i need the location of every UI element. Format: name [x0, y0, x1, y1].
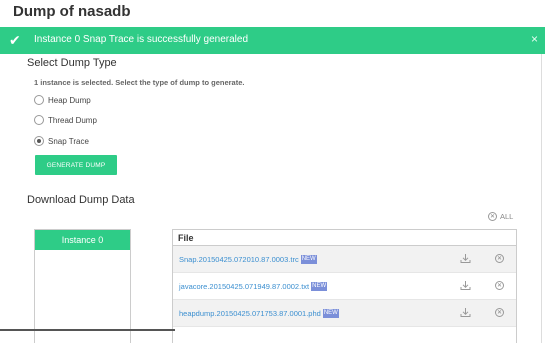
instances-list: Instance 0: [34, 229, 131, 343]
select-dump-type-heading: Select Dump Type: [27, 57, 117, 69]
scrollbar-track[interactable]: [541, 54, 542, 343]
banner-message: Instance 0 Snap Trace is successfully ge…: [34, 34, 249, 45]
radio-heap-dump[interactable]: Heap Dump: [34, 95, 91, 105]
radio-label: Snap Trace: [48, 136, 89, 146]
file-name: javacore.20150425.071949.87.0002.txt: [179, 281, 310, 291]
radio-button[interactable]: [34, 136, 44, 146]
download-dump-data-heading: Download Dump Data: [27, 194, 135, 206]
file-name: Snap.20150425.072010.87.0003.trc: [179, 254, 299, 264]
dump-dialog: Dump of nasadb ✔ Instance 0 Snap Trace i…: [0, 0, 545, 343]
new-badge: NEW: [300, 254, 317, 264]
all-label: ALL: [500, 212, 514, 221]
instance-item[interactable]: Instance 0: [35, 230, 130, 250]
download-icon[interactable]: [460, 307, 471, 318]
radio-label: Thread Dump: [48, 115, 97, 125]
remove-file-icon[interactable]: ✕: [495, 308, 504, 317]
divider: [0, 329, 175, 331]
remove-circle-icon: ✕: [488, 212, 497, 221]
checkmark-icon: ✔: [9, 32, 21, 48]
generate-dump-button[interactable]: GENERATE DUMP: [35, 155, 117, 175]
radio-snap-trace[interactable]: Snap Trace: [34, 136, 89, 146]
file-row: javacore.20150425.071949.87.0002.txt NEW…: [173, 273, 516, 300]
remove-all-button[interactable]: ✕ ALL: [488, 212, 513, 221]
files-table: File Snap.20150425.072010.87.0003.trc NE…: [172, 229, 517, 343]
file-link[interactable]: Snap.20150425.072010.87.0003.trc NEW: [179, 254, 317, 264]
download-icon[interactable]: [460, 280, 471, 291]
file-column-header: File: [173, 230, 516, 246]
dialog-title: Dump of nasadb: [13, 3, 131, 20]
radio-label: Heap Dump: [48, 95, 91, 105]
file-link[interactable]: javacore.20150425.071949.87.0002.txt NEW: [179, 281, 328, 291]
file-link[interactable]: heapdump.20150425.071753.87.0001.phd NEW: [179, 308, 339, 318]
new-badge: NEW: [322, 308, 339, 318]
download-icon[interactable]: [460, 253, 471, 264]
radio-button[interactable]: [34, 115, 44, 125]
file-row: heapdump.20150425.071753.87.0001.phd NEW…: [173, 300, 516, 327]
new-badge: NEW: [311, 281, 328, 291]
selection-hint: 1 instance is selected. Select the type …: [34, 78, 245, 87]
success-banner: ✔ Instance 0 Snap Trace is successfully …: [0, 27, 545, 54]
file-row: Snap.20150425.072010.87.0003.trc NEW ✕: [173, 246, 516, 273]
remove-file-icon[interactable]: ✕: [495, 254, 504, 263]
close-icon[interactable]: ×: [531, 32, 538, 46]
radio-thread-dump[interactable]: Thread Dump: [34, 115, 97, 125]
radio-button[interactable]: [34, 95, 44, 105]
file-name: heapdump.20150425.071753.87.0001.phd: [179, 308, 321, 318]
remove-file-icon[interactable]: ✕: [495, 281, 504, 290]
